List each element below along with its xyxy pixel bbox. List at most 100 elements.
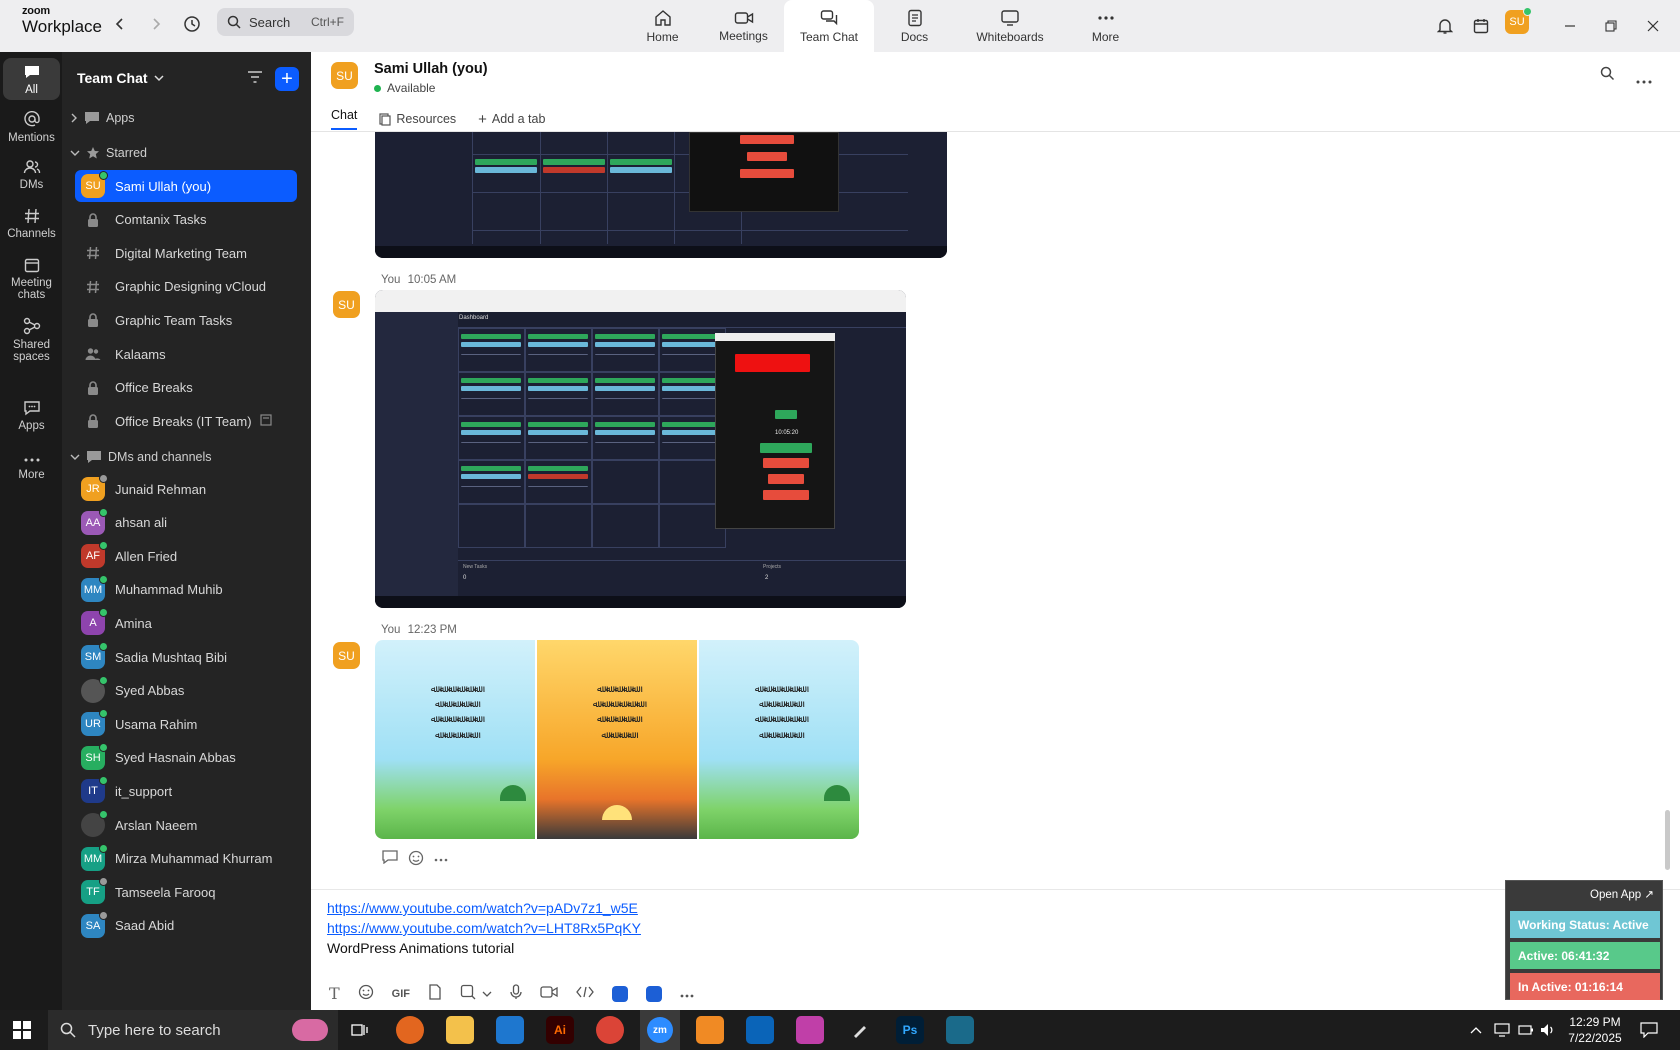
- chat-scrollbar[interactable]: [1665, 810, 1670, 870]
- tray-battery-icon[interactable]: [1518, 1010, 1534, 1050]
- app-icon-2[interactable]: [646, 985, 663, 1002]
- rail-channels[interactable]: Channels: [3, 208, 60, 240]
- emoji-icon[interactable]: [358, 984, 374, 1003]
- minimize-icon[interactable]: [1556, 12, 1584, 40]
- image-poster-3[interactable]: ﷲ ﷲ ﷲ ﷲ ﷲ ﷲﷲ ﷲ ﷲ ﷲ ﷲﷲ ﷲ ﷲ ﷲ ﷲ ﷲﷲ ﷲ ﷲ ﷲ ﷲ: [699, 640, 859, 839]
- starred-item[interactable]: Office Breaks (IT Team): [75, 405, 297, 437]
- chat-title[interactable]: Sami Ullah (you): [374, 61, 488, 77]
- bell-icon[interactable]: [1431, 12, 1459, 40]
- microphone-icon[interactable]: [510, 984, 522, 1003]
- chat-more-icon[interactable]: [1636, 72, 1652, 87]
- dm-item[interactable]: UR Usama Rahim: [75, 708, 297, 740]
- video-message-icon[interactable]: [540, 985, 558, 1002]
- chrome-icon[interactable]: [596, 1016, 624, 1044]
- rail-dms[interactable]: DMs: [3, 159, 60, 191]
- photoshop-icon[interactable]: Ps: [896, 1016, 924, 1044]
- composer-more-icon[interactable]: [680, 987, 694, 1001]
- rail-more[interactable]: More: [3, 455, 60, 481]
- emoji-reaction-icon[interactable]: [408, 850, 424, 869]
- history-icon[interactable]: [180, 12, 204, 36]
- reply-icon[interactable]: [382, 850, 398, 869]
- illustrator-icon[interactable]: Ai: [546, 1016, 574, 1044]
- dm-item[interactable]: Syed Abbas: [75, 675, 297, 707]
- new-chat-button[interactable]: +: [275, 67, 299, 91]
- vscode-icon[interactable]: [496, 1016, 524, 1044]
- dm-item[interactable]: AA ahsan ali: [75, 507, 297, 539]
- more-actions-icon[interactable]: [434, 850, 448, 869]
- tab-team-chat[interactable]: Team Chat: [784, 0, 874, 52]
- notifications-icon[interactable]: [1640, 1010, 1658, 1050]
- section-dms[interactable]: DMs and channels: [70, 447, 212, 467]
- rail-apps[interactable]: Apps: [3, 400, 60, 432]
- dm-item[interactable]: IT it_support: [75, 775, 297, 807]
- close-icon[interactable]: [1639, 12, 1667, 40]
- rail-mentions[interactable]: Mentions: [3, 110, 60, 144]
- section-starred[interactable]: Starred: [70, 143, 147, 163]
- dm-item[interactable]: MM Muhammad Muhib: [75, 574, 297, 606]
- windows-start-icon[interactable]: [13, 1021, 31, 1042]
- restore-icon[interactable]: [1597, 12, 1625, 40]
- open-app-link[interactable]: Open App ↗: [1590, 887, 1654, 901]
- dm-item[interactable]: JR Junaid Rehman: [75, 473, 297, 505]
- screenshot-options-chevron-icon[interactable]: [482, 987, 492, 1001]
- tab-home[interactable]: Home: [622, 0, 703, 52]
- tab-chat[interactable]: Chat: [331, 108, 358, 130]
- app-diamond-icon[interactable]: [946, 1016, 974, 1044]
- starred-item[interactable]: Office Breaks: [75, 372, 297, 404]
- attached-screenshot-2[interactable]: Dashboard 10:05:20 New Tasks 0 Projects …: [375, 290, 906, 608]
- app-icon-1[interactable]: [612, 985, 629, 1002]
- tab-resources[interactable]: Resources: [379, 108, 456, 130]
- tab-meetings[interactable]: Meetings: [703, 0, 784, 52]
- search-box[interactable]: Search Ctrl+F: [217, 8, 354, 36]
- starred-item[interactable]: Graphic Designing vCloud: [75, 271, 297, 303]
- pen-tool-icon[interactable]: [846, 1016, 874, 1044]
- creative-cloud-icon[interactable]: [796, 1016, 824, 1044]
- file-explorer-icon[interactable]: [446, 1016, 474, 1044]
- tray-volume-icon[interactable]: [1540, 1010, 1556, 1050]
- image-poster-1[interactable]: ﷲ ﷲ ﷲ ﷲ ﷲ ﷲﷲ ﷲ ﷲ ﷲ ﷲﷲ ﷲ ﷲ ﷲ ﷲ ﷲﷲ ﷲ ﷲ ﷲ ﷲ: [375, 640, 535, 839]
- firefox-icon[interactable]: [396, 1016, 424, 1044]
- format-text-icon[interactable]: T: [329, 984, 340, 1003]
- chat-search-icon[interactable]: [1600, 66, 1615, 84]
- tray-network-icon[interactable]: [1494, 1010, 1510, 1050]
- outlook-icon[interactable]: [746, 1016, 774, 1044]
- dm-item[interactable]: Arslan Naeem: [75, 809, 297, 841]
- gif-button[interactable]: GIF: [392, 988, 410, 1000]
- starred-item[interactable]: Graphic Team Tasks: [75, 304, 297, 336]
- starred-item[interactable]: SU Sami Ullah (you): [75, 170, 297, 202]
- dm-item[interactable]: SA Saad Abid: [75, 910, 297, 942]
- screenshot-icon[interactable]: [460, 984, 476, 1003]
- message-composer[interactable]: https://www.youtube.com/watch?v=pADv7z1_…: [311, 889, 1680, 1010]
- tray-chevron-up-icon[interactable]: [1470, 1010, 1482, 1050]
- dm-item[interactable]: TF Tamseela Farooq: [75, 876, 297, 908]
- message-avatar-1[interactable]: SU: [333, 291, 360, 318]
- system-clock[interactable]: 12:29 PM 7/22/2025: [1560, 1014, 1630, 1046]
- user-avatar[interactable]: SU: [1505, 7, 1532, 34]
- chat-avatar[interactable]: SU: [331, 62, 358, 89]
- rail-all[interactable]: All: [3, 58, 60, 101]
- calendar-icon[interactable]: [1467, 12, 1495, 40]
- tab-add[interactable]: + Add a tab: [478, 108, 545, 130]
- starred-item[interactable]: Comtanix Tasks: [75, 204, 297, 236]
- dm-item[interactable]: MM Mirza Muhammad Khurram: [75, 843, 297, 875]
- composer-link-2[interactable]: https://www.youtube.com/watch?v=LHT8Rx5P…: [327, 920, 641, 936]
- xampp-icon[interactable]: [696, 1016, 724, 1044]
- composer-link-1[interactable]: https://www.youtube.com/watch?v=pADv7z1_…: [327, 900, 638, 916]
- back-icon[interactable]: [108, 12, 132, 36]
- dm-item[interactable]: A Amina: [75, 607, 297, 639]
- tab-whiteboards[interactable]: Whiteboards: [955, 0, 1065, 52]
- tab-more[interactable]: More: [1065, 0, 1146, 52]
- dm-item[interactable]: AF Allen Fried: [75, 540, 297, 572]
- dm-item[interactable]: SH Syed Hasnain Abbas: [75, 742, 297, 774]
- code-icon[interactable]: [576, 986, 594, 1001]
- attached-screenshot-1[interactable]: [375, 132, 947, 258]
- rail-meeting-chats[interactable]: Meeting chats: [3, 257, 60, 301]
- dm-item[interactable]: SM Sadia Mushtaq Bibi: [75, 641, 297, 673]
- filter-icon[interactable]: [247, 70, 263, 87]
- composer-text[interactable]: WordPress Animations tutorial: [327, 940, 514, 956]
- rail-shared-spaces[interactable]: Shared spaces: [3, 317, 60, 363]
- section-apps[interactable]: Apps: [70, 108, 135, 128]
- sidebar-title[interactable]: Team Chat: [77, 70, 164, 86]
- tab-docs[interactable]: Docs: [874, 0, 955, 52]
- taskbar-search[interactable]: Type here to search: [48, 1010, 338, 1050]
